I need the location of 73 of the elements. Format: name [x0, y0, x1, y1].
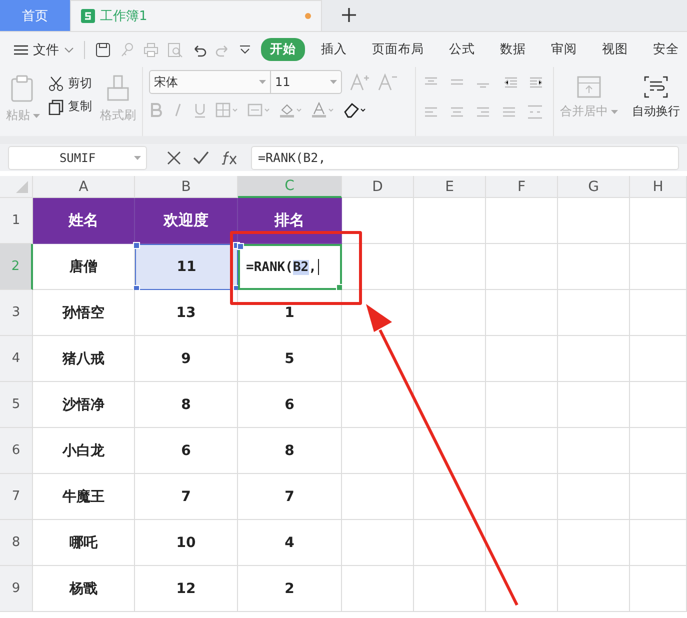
increase-font-icon[interactable] [350, 73, 370, 91]
caret-icon [33, 114, 40, 118]
wrap-text-button[interactable]: 自动换行 [632, 70, 680, 133]
table-cell: 8 [238, 428, 342, 474]
function-icon[interactable] [221, 150, 239, 164]
new-tab-icon[interactable] [342, 8, 356, 22]
table-cell: 4 [238, 520, 342, 566]
table-cell: 13 [135, 290, 238, 336]
scissors-icon [48, 76, 64, 92]
cut-button[interactable]: 剪切 [48, 75, 92, 92]
file-menu[interactable]: 文件 [14, 40, 85, 58]
ribbon-tab[interactable]: 公式 [440, 38, 484, 61]
table-cell: 12 [135, 566, 238, 612]
ribbon-tab[interactable]: 页面布局 [363, 38, 433, 61]
table-cell: 5 [238, 336, 342, 382]
name-box[interactable]: SUMIF [8, 146, 147, 170]
spreadsheet-icon [81, 9, 95, 23]
underline-icon[interactable] [193, 102, 207, 118]
cell-style-icon[interactable] [247, 102, 271, 118]
table-cell: 哪吒 [33, 520, 135, 566]
table-header-cell: 欢迎度 [135, 198, 238, 244]
table-cell: 7 [238, 474, 342, 520]
fill-color-icon[interactable] [279, 102, 303, 118]
ribbon-tab[interactable]: 安全 [644, 38, 687, 61]
ribbon-tab[interactable]: 数据 [491, 38, 535, 61]
table-cell: 2 [238, 566, 342, 612]
eraser-icon[interactable] [343, 102, 367, 118]
printer-icon[interactable] [143, 42, 159, 58]
table-cell: 10 [135, 520, 238, 566]
close-icon[interactable] [167, 150, 181, 164]
ribbon-tab[interactable]: 审阅 [542, 38, 586, 61]
table-cell: 牛魔王 [33, 474, 135, 520]
table-cell: 猪八戒 [33, 336, 135, 382]
merge-cells-icon [576, 75, 602, 99]
table-cell: 唐僧 [33, 244, 135, 290]
save-icon[interactable] [95, 42, 111, 58]
font-color-icon[interactable] [311, 102, 335, 118]
copy-icon [48, 98, 64, 114]
table-cell: 6 [238, 382, 342, 428]
wrap-text-icon [643, 75, 669, 99]
table-header-cell: 排名 [238, 198, 342, 244]
table-cell: 7 [135, 474, 238, 520]
formula-field[interactable]: =RANK(B2, [251, 146, 679, 170]
ribbon-tab[interactable]: 插入 [312, 38, 356, 61]
table-cell: 1 [238, 290, 342, 336]
caret-icon [134, 156, 141, 160]
borders-icon[interactable] [215, 102, 239, 118]
table-cell: 6 [135, 428, 238, 474]
table-cell: 8 [135, 382, 238, 428]
brush-icon [106, 75, 130, 103]
chevron-icon [64, 46, 74, 52]
dropdown-icon[interactable] [239, 44, 251, 54]
table-cell: 11 [135, 244, 238, 290]
table-cell: 小白龙 [33, 428, 135, 474]
menu-icon [14, 44, 28, 56]
key-icon[interactable] [119, 42, 135, 58]
caret-icon [611, 110, 618, 114]
select-all-icon[interactable] [16, 181, 28, 193]
decrease-font-icon[interactable] [378, 73, 398, 91]
formula-input-cell[interactable]: =RANK(B2, [238, 244, 342, 290]
print-preview-icon[interactable] [167, 42, 183, 58]
tab-label: 工作簿1 [100, 8, 148, 25]
ribbon-tab[interactable]: 视图 [593, 38, 637, 61]
clipboard-icon [10, 75, 36, 103]
table-cell: 9 [135, 336, 238, 382]
copy-button[interactable]: 复制 [48, 98, 92, 115]
bold-icon[interactable] [149, 102, 163, 118]
checkmark-icon[interactable] [193, 150, 209, 164]
table-header-cell: 姓名 [33, 198, 135, 244]
tab-label: 首页 [22, 8, 48, 24]
table-cell: 孙悟空 [33, 290, 135, 336]
table-cell: 杨戬 [33, 566, 135, 612]
table-cell: 沙悟净 [33, 382, 135, 428]
